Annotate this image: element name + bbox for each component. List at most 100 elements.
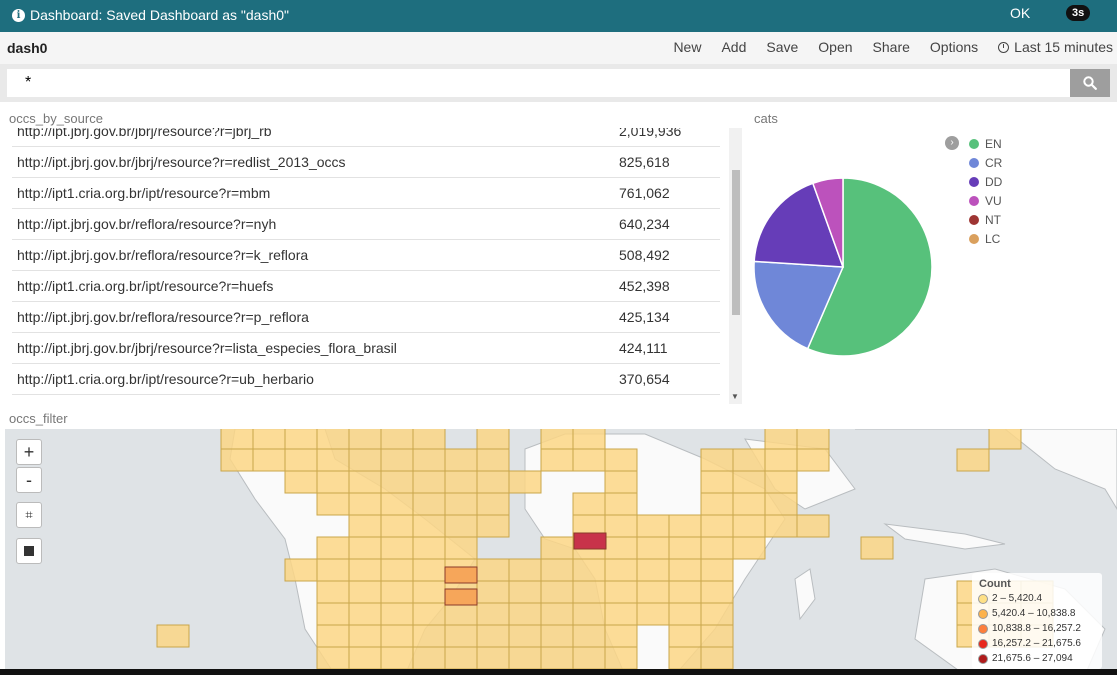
- map-grid-cell[interactable]: [508, 470, 542, 494]
- map-grid-cell[interactable]: [316, 602, 350, 626]
- map-grid-cell[interactable]: [412, 514, 446, 538]
- map-grid-cell[interactable]: [444, 624, 478, 648]
- map-grid-cell[interactable]: [380, 536, 414, 560]
- map-grid-cell[interactable]: [380, 514, 414, 538]
- map-grid-cell[interactable]: [572, 429, 606, 450]
- map-grid-cell[interactable]: [348, 580, 382, 604]
- table-row[interactable]: http://ipt.jbrj.gov.br/jbrj/resource?r=r…: [12, 147, 720, 178]
- map-grid-cell[interactable]: [732, 536, 766, 560]
- map-grid-cell[interactable]: [668, 558, 702, 582]
- table-row[interactable]: http://ipt1.cria.org.br/ipt/resource?r=u…: [12, 364, 720, 395]
- map-grid-cell[interactable]: [732, 448, 766, 472]
- map-grid-cell[interactable]: [604, 624, 638, 648]
- map-grid-cell[interactable]: [412, 624, 446, 648]
- map-grid-cell[interactable]: [316, 624, 350, 648]
- legend-item-en[interactable]: EN: [969, 137, 1002, 151]
- map-grid-cell[interactable]: [348, 536, 382, 560]
- map-grid-cell[interactable]: [348, 624, 382, 648]
- map-grid-cell[interactable]: [540, 624, 574, 648]
- legend-toggle-icon[interactable]: ›: [945, 136, 959, 150]
- map-grid-cell[interactable]: [476, 646, 510, 670]
- map-grid-cell[interactable]: [668, 646, 702, 670]
- map-grid-cell[interactable]: [732, 470, 766, 494]
- map-grid-cell[interactable]: [476, 448, 510, 472]
- open-button[interactable]: Open: [818, 39, 852, 55]
- map-grid-cell[interactable]: [700, 646, 734, 670]
- legend-item-dd[interactable]: DD: [969, 175, 1002, 189]
- source-url[interactable]: http://ipt.jbrj.gov.br/reflora/resource?…: [17, 309, 309, 325]
- map-hot-cell[interactable]: [573, 532, 607, 550]
- scroll-down-arrow[interactable]: ▼: [731, 392, 739, 401]
- map-grid-cell[interactable]: [412, 492, 446, 516]
- map-grid-cell[interactable]: [732, 514, 766, 538]
- map-grid-cell[interactable]: [316, 558, 350, 582]
- map-grid-cell[interactable]: [412, 470, 446, 494]
- share-button[interactable]: Share: [873, 39, 910, 55]
- time-picker[interactable]: Last 15 minutes: [998, 39, 1113, 55]
- map-grid-cell[interactable]: [604, 492, 638, 516]
- map-grid-cell[interactable]: [380, 448, 414, 472]
- map-grid-cell[interactable]: [412, 602, 446, 626]
- map-grid-cell[interactable]: [476, 429, 510, 450]
- map-grid-cell[interactable]: [796, 429, 830, 450]
- map-grid-cell[interactable]: [476, 624, 510, 648]
- map-grid-cell[interactable]: [348, 558, 382, 582]
- map-grid-cell[interactable]: [572, 602, 606, 626]
- map-grid-cell[interactable]: [604, 536, 638, 560]
- map-grid-cell[interactable]: [348, 602, 382, 626]
- map-grid-cell[interactable]: [700, 470, 734, 494]
- map-grid-cell[interactable]: [348, 448, 382, 472]
- map-grid-cell[interactable]: [604, 580, 638, 604]
- search-button[interactable]: [1070, 69, 1110, 97]
- map-grid-cell[interactable]: [348, 429, 382, 450]
- map-grid-cell[interactable]: [476, 492, 510, 516]
- map-grid-cell[interactable]: [572, 448, 606, 472]
- map-grid-cell[interactable]: [476, 470, 510, 494]
- source-url[interactable]: http://ipt.jbrj.gov.br/reflora/resource?…: [17, 247, 308, 263]
- map-grid-cell[interactable]: [636, 580, 670, 604]
- map-grid-cell[interactable]: [380, 602, 414, 626]
- table-row[interactable]: http://ipt1.cria.org.br/ipt/resource?r=h…: [12, 271, 720, 302]
- map-grid-cell[interactable]: [700, 624, 734, 648]
- map-grid-cell[interactable]: [540, 580, 574, 604]
- save-button[interactable]: Save: [766, 39, 798, 55]
- legend-item-vu[interactable]: VU: [969, 194, 1002, 208]
- map-hot-cell[interactable]: [444, 588, 478, 606]
- map-grid-cell[interactable]: [572, 492, 606, 516]
- map-grid-cell[interactable]: [284, 558, 318, 582]
- map-grid-cell[interactable]: [668, 580, 702, 604]
- map-grid-cell[interactable]: [412, 646, 446, 670]
- legend-item-lc[interactable]: LC: [969, 232, 1000, 246]
- table-row[interactable]: http://ipt.jbrj.gov.br/reflora/resource?…: [12, 240, 720, 271]
- map-grid-cell[interactable]: [348, 470, 382, 494]
- map-grid-cell[interactable]: [540, 602, 574, 626]
- map-grid-cell[interactable]: [316, 492, 350, 516]
- map-grid-cell[interactable]: [380, 646, 414, 670]
- map-grid-cell[interactable]: [604, 470, 638, 494]
- map-grid-cell[interactable]: [700, 558, 734, 582]
- ok-button[interactable]: OK: [1010, 5, 1030, 21]
- map-grid-cell[interactable]: [764, 448, 798, 472]
- map-grid-cell[interactable]: [572, 646, 606, 670]
- map-grid-cell[interactable]: [444, 470, 478, 494]
- new-button[interactable]: New: [673, 39, 701, 55]
- map-grid-cell[interactable]: [380, 580, 414, 604]
- map-grid-cell[interactable]: [412, 580, 446, 604]
- map-grid-cell[interactable]: [476, 514, 510, 538]
- map-grid-cell[interactable]: [700, 448, 734, 472]
- table-row[interactable]: http://ipt.jbrj.gov.br/jbrj/resource?r=j…: [12, 128, 720, 147]
- table-row[interactable]: http://ipt.jbrj.gov.br/jbrj/resource?r=l…: [12, 333, 720, 364]
- map-grid-cell[interactable]: [476, 602, 510, 626]
- map-grid-cell[interactable]: [444, 646, 478, 670]
- map-grid-cell[interactable]: [380, 492, 414, 516]
- map-grid-cell[interactable]: [572, 558, 606, 582]
- map-grid-cell[interactable]: [252, 448, 286, 472]
- map-grid-cell[interactable]: [348, 646, 382, 670]
- map-grid-cell[interactable]: [668, 624, 702, 648]
- map-grid-cell[interactable]: [380, 558, 414, 582]
- map-grid-cell[interactable]: [348, 514, 382, 538]
- map-grid-cell[interactable]: [636, 602, 670, 626]
- source-url[interactable]: http://ipt.jbrj.gov.br/jbrj/resource?r=j…: [17, 128, 272, 139]
- map-grid-cell[interactable]: [668, 514, 702, 538]
- search-input[interactable]: [7, 69, 1070, 97]
